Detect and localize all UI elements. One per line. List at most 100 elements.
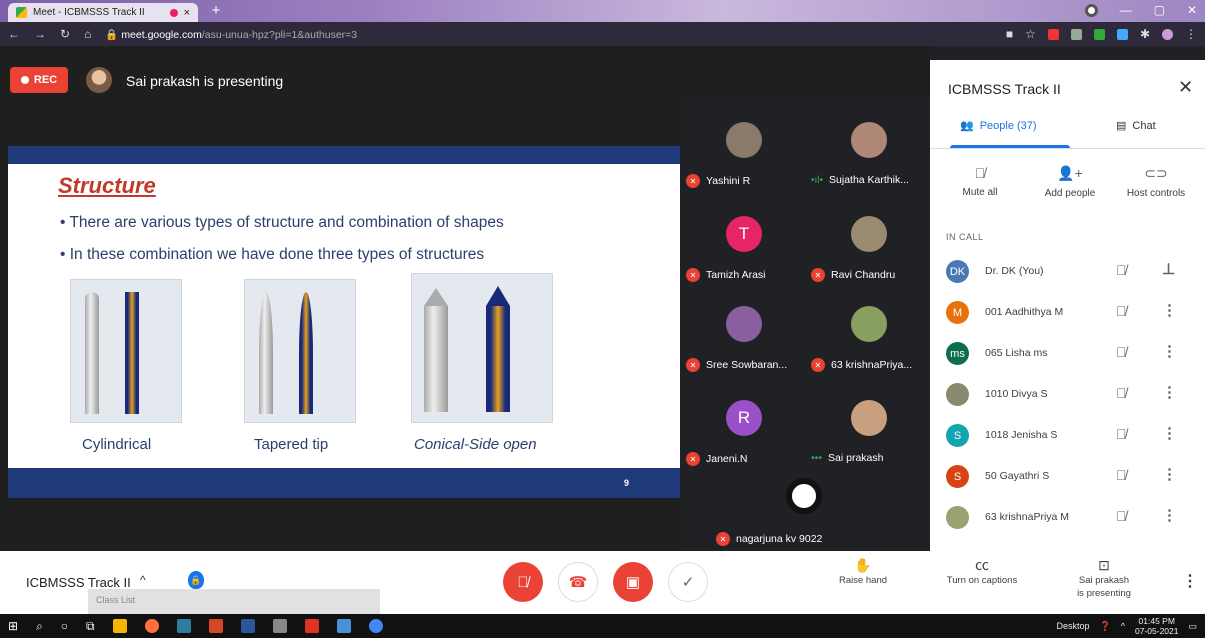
presenting-label: Sai prakash: [1078, 575, 1130, 586]
app-icon[interactable]: [272, 619, 287, 633]
back-icon[interactable]: ←: [8, 27, 20, 41]
minimize-icon[interactable]: —: [1120, 3, 1132, 17]
caption-conical: Conical-Side open: [414, 436, 537, 453]
camera-toggle-button[interactable]: ▣: [613, 562, 653, 602]
participant-row[interactable]: S 1018 Jenisha S 🎙̸ ⋮: [930, 416, 1205, 456]
home-icon[interactable]: ⌂: [84, 27, 91, 41]
app-icon[interactable]: [336, 619, 351, 633]
add-people-button[interactable]: 👤+ Add people: [1030, 165, 1110, 199]
more-options-icon[interactable]: ⋮: [1162, 342, 1177, 360]
participant-tile[interactable]: R ✕ Janeni.N: [680, 390, 805, 470]
class-list-toolbar[interactable]: Class List: [88, 589, 380, 615]
participant-tile[interactable]: ✕ 63 krishnaPriya...: [805, 296, 930, 376]
app-icon[interactable]: [176, 619, 191, 633]
cone-field-bar: [486, 306, 510, 412]
captions-button[interactable]: ㏄ Turn on captions: [935, 557, 1029, 587]
mic-off-icon[interactable]: 🎙̸: [1116, 385, 1127, 401]
participant-name: Dr. DK (You): [985, 265, 1044, 277]
more-options-icon[interactable]: ⋮: [1162, 301, 1177, 319]
notifications-icon[interactable]: ▭: [1188, 621, 1197, 632]
participant-row[interactable]: M 001 Aadhithya M 🎙̸ ⋮: [930, 293, 1205, 333]
meeting-name[interactable]: ICBMSSS Track II: [26, 575, 131, 590]
browser-tab[interactable]: Meet - ICBMSSS Track II ×: [8, 3, 198, 22]
mic-toggle-button[interactable]: 🎙̸: [503, 562, 543, 602]
menu-icon[interactable]: ⋮: [1185, 27, 1197, 41]
task-view-icon[interactable]: ⧉: [86, 619, 95, 634]
mic-off-icon[interactable]: 🎙̸: [1116, 303, 1127, 319]
participant-tile[interactable]: •ıl• Sujatha Karthik...: [805, 112, 930, 192]
extension-icon[interactable]: [1093, 28, 1105, 40]
avatar: [851, 306, 887, 342]
leave-call-button[interactable]: ☎: [558, 562, 598, 602]
extension-icon[interactable]: [1070, 28, 1082, 40]
cylinder-field-bar: [125, 292, 139, 414]
raise-hand-button[interactable]: ✋ Raise hand: [828, 558, 898, 587]
more-options-icon[interactable]: ⋮: [1182, 571, 1198, 591]
powerpoint-icon[interactable]: [208, 619, 223, 633]
more-options-icon[interactable]: ⋮: [1162, 383, 1177, 401]
url-field[interactable]: 🔒 meet.google.com/asu-unua-hpz?pli=1&aut…: [105, 28, 357, 41]
word-icon[interactable]: [240, 619, 255, 633]
mic-off-icon: 🎙̸: [1116, 262, 1127, 278]
shield-icon[interactable]: 🔒: [188, 571, 204, 589]
windows-start-icon[interactable]: ⊞: [8, 619, 18, 633]
mic-off-icon[interactable]: 🎙̸: [1116, 467, 1127, 483]
checkmark-icon: ✓: [681, 574, 695, 591]
tile-label: ✕ Tamizh Arasi: [686, 268, 766, 282]
participant-tile[interactable]: ✕ nagarjuna kv 9022: [710, 468, 900, 548]
cc-icon: ㏄: [975, 557, 989, 573]
pin-icon[interactable]: ⊥: [1162, 260, 1175, 278]
mic-off-icon[interactable]: 🎙̸: [1116, 426, 1127, 442]
participant-row[interactable]: ms 065 Lisha ms 🎙̸ ⋮: [930, 334, 1205, 374]
participant-row[interactable]: 63 krishnaPriya M 🎙̸ ⋮: [930, 498, 1205, 538]
tile-label: ✕ Ravi Chandru: [811, 268, 895, 282]
extension-icon[interactable]: [1116, 28, 1128, 40]
reload-icon[interactable]: ↻: [60, 27, 70, 41]
participant-tile[interactable]: ✕ Ravi Chandru: [805, 206, 930, 286]
more-options-icon[interactable]: ⋮: [1162, 424, 1177, 442]
more-options-icon[interactable]: ⋮: [1162, 465, 1177, 483]
chevron-up-icon[interactable]: ^: [1121, 621, 1125, 631]
cylinder-shape: [85, 292, 99, 414]
participant-row[interactable]: DK Dr. DK (You) 🎙̸ ⊥: [930, 252, 1205, 292]
forward-icon[interactable]: →: [34, 27, 46, 41]
puzzle-icon[interactable]: ✱: [1140, 27, 1150, 41]
participant-tile[interactable]: ••• Sai prakash: [805, 390, 930, 470]
avatar[interactable]: [1162, 28, 1173, 40]
mic-off-icon[interactable]: 🎙̸: [1116, 508, 1127, 524]
chevron-up-icon[interactable]: ^: [140, 573, 146, 587]
chrome-icon[interactable]: [368, 619, 383, 633]
participant-row[interactable]: S 50 Gayathri S 🎙̸ ⋮: [930, 457, 1205, 497]
avatar: [726, 122, 762, 158]
camera-icon[interactable]: ■: [1006, 27, 1013, 41]
clock-time: 01:45 PM: [1138, 616, 1175, 626]
activities-button[interactable]: ✓: [668, 562, 708, 602]
participant-tile[interactable]: ✕ Yashini R: [680, 112, 805, 192]
tab-chat[interactable]: ▤ Chat: [1116, 119, 1156, 133]
host-controls-button[interactable]: ⊂⊃ Host controls: [1116, 165, 1196, 199]
present-button[interactable]: ⊡ Sai prakash is presenting: [1062, 558, 1146, 600]
help-icon[interactable]: ❓: [1100, 621, 1111, 632]
clock[interactable]: 01:45 PM 07-05-2021: [1135, 616, 1178, 636]
firefox-icon[interactable]: [144, 619, 159, 633]
cortana-icon[interactable]: ○: [61, 619, 68, 633]
participant-row[interactable]: 1010 Divya S 🎙̸ ⋮: [930, 375, 1205, 415]
desktop-label[interactable]: Desktop: [1057, 621, 1090, 631]
tab-close-icon[interactable]: ×: [184, 7, 190, 19]
mute-all-button[interactable]: 🎙̸ Mute all: [940, 165, 1020, 198]
more-options-icon[interactable]: ⋮: [1162, 506, 1177, 524]
close-window-icon[interactable]: ✕: [1187, 3, 1197, 17]
participant-tile[interactable]: T ✕ Tamizh Arasi: [680, 206, 805, 286]
profile-icon[interactable]: [1084, 3, 1098, 17]
new-tab-button[interactable]: +: [207, 3, 225, 19]
participant-tile[interactable]: ✕ Sree Sowbaran...: [680, 296, 805, 376]
maximize-icon[interactable]: ▢: [1154, 3, 1165, 17]
mic-off-icon[interactable]: 🎙̸: [1116, 344, 1127, 360]
file-explorer-icon[interactable]: [112, 619, 127, 633]
tab-people[interactable]: 👥 People (37): [960, 119, 1037, 133]
panel-close-icon[interactable]: ✕: [1178, 77, 1193, 98]
extension-icon[interactable]: [1047, 28, 1059, 40]
search-icon[interactable]: ⌕: [36, 619, 43, 634]
acrobat-icon[interactable]: [304, 619, 319, 633]
star-icon[interactable]: ☆: [1025, 27, 1036, 41]
